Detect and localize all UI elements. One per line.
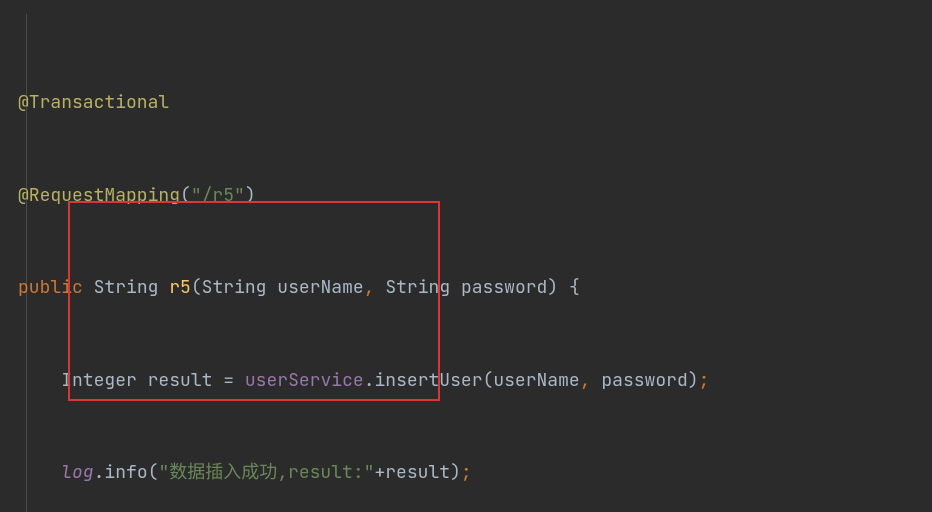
method-call: insertUser — [375, 372, 483, 390]
annotation: @Transactional — [18, 94, 169, 112]
method-call: info — [104, 464, 147, 482]
type: String — [202, 279, 267, 297]
code-line: log.info("数据插入成功,result:"+result); — [0, 454, 932, 493]
arg: password — [601, 372, 687, 390]
dot: . — [94, 464, 105, 482]
code-editor[interactable]: @Transactional @RequestMapping("/r5") pu… — [0, 0, 932, 512]
semicolon: ; — [461, 464, 472, 482]
paren-close: ) — [450, 464, 461, 482]
type: Integer — [61, 372, 137, 390]
type: String — [94, 279, 159, 297]
code-line: @RequestMapping("/r5") — [0, 177, 932, 216]
sig-close: ) { — [547, 279, 579, 297]
paren-close: ) — [245, 187, 256, 205]
paren-open: ( — [148, 464, 159, 482]
annotation: @RequestMapping — [18, 187, 180, 205]
field-log: log — [61, 464, 93, 482]
eq: = — [223, 372, 234, 390]
param: password — [461, 279, 547, 297]
code-line: public String r5(String userName, String… — [0, 269, 932, 308]
arg: userName — [493, 372, 579, 390]
paren-open: ( — [191, 279, 202, 297]
param: userName — [277, 279, 363, 297]
field: userService — [245, 372, 364, 390]
string-literal: "/r5" — [191, 187, 245, 205]
paren-close: ) — [688, 372, 699, 390]
paren-open: ( — [483, 372, 494, 390]
code-line: @Transactional — [0, 84, 932, 123]
semicolon: ; — [699, 372, 710, 390]
comma: , — [580, 372, 591, 390]
string-literal: "数据插入成功,result:" — [158, 464, 374, 482]
keyword-public: public — [18, 279, 83, 297]
paren-open: ( — [180, 187, 191, 205]
method-name: r5 — [169, 279, 191, 297]
plus: + — [374, 464, 385, 482]
var: result — [385, 464, 450, 482]
var: result — [148, 372, 213, 390]
dot: . — [364, 372, 375, 390]
code-line: Integer result = userService.insertUser(… — [0, 362, 932, 401]
comma: , — [364, 279, 375, 297]
type: String — [385, 279, 450, 297]
